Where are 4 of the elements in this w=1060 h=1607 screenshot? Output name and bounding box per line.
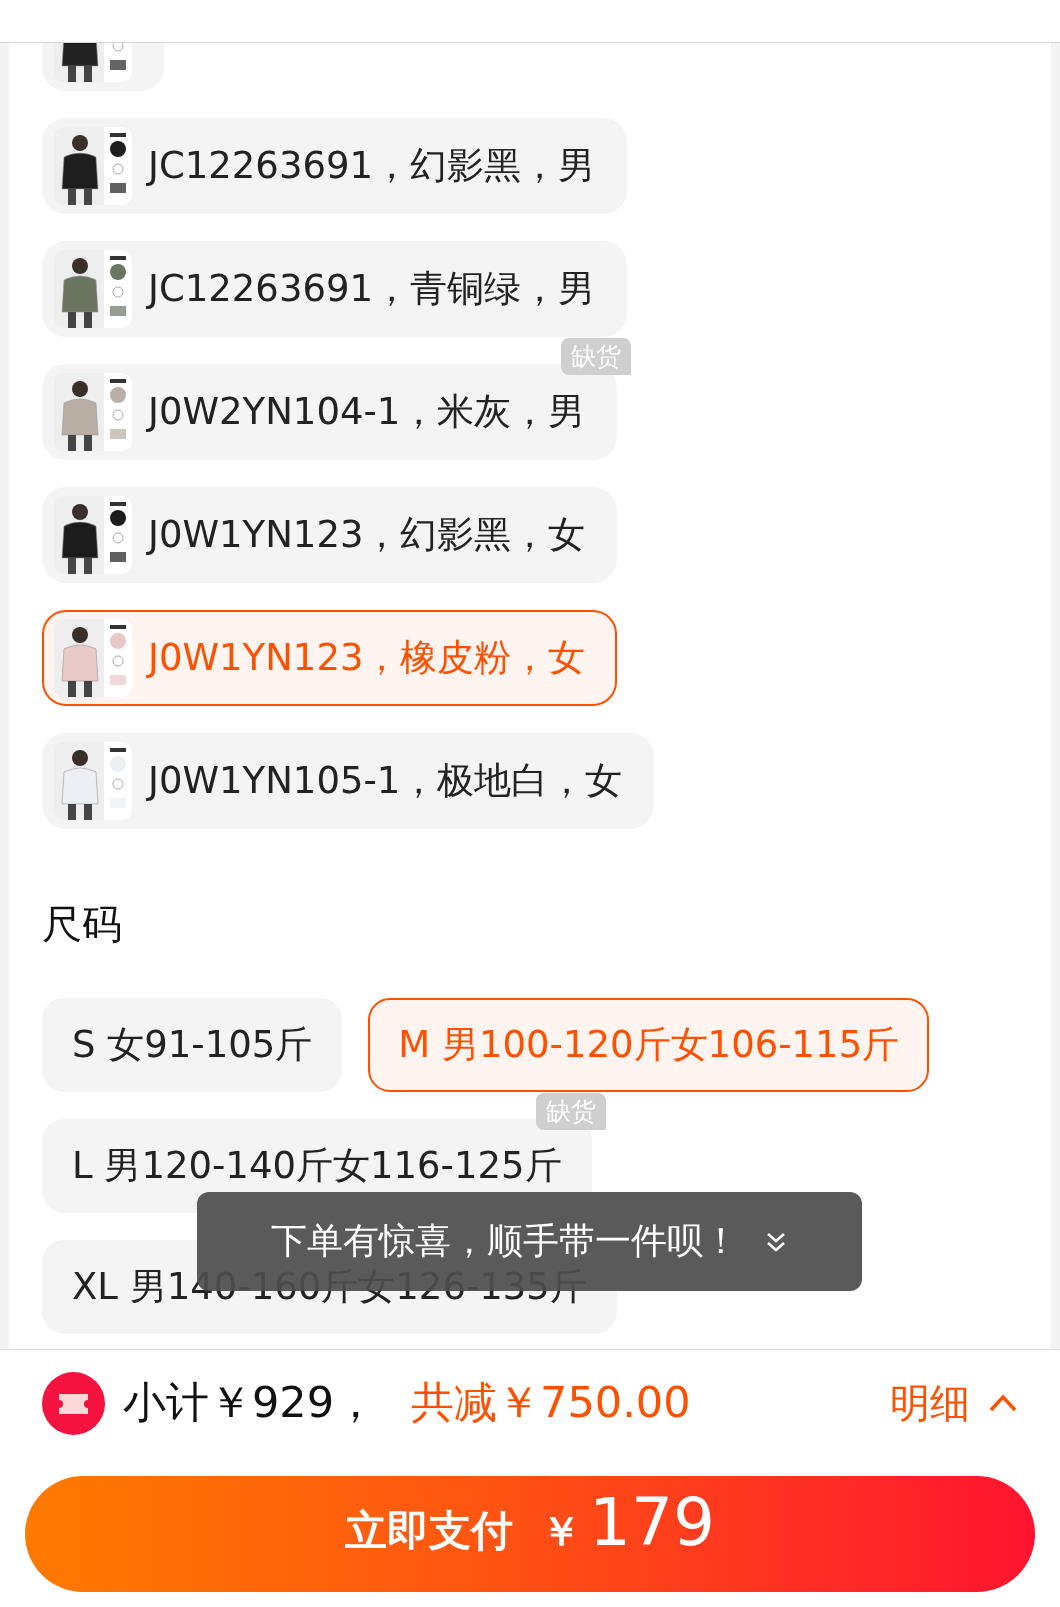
section-heading: 尺码 (42, 900, 123, 949)
discount-total: 共减￥750.00 (411, 1376, 691, 1429)
subtotal: 小计￥929， (123, 1376, 378, 1429)
toast-text: 下单有惊喜，顺手带一件呗！ (270, 1219, 739, 1263)
